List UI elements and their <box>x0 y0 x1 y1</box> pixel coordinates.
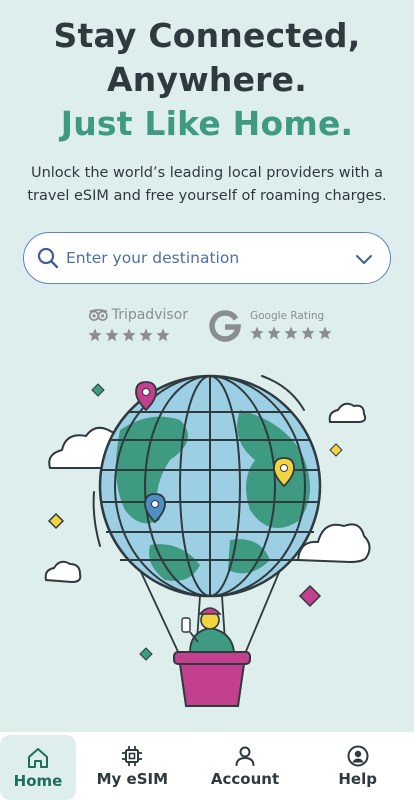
nav-help[interactable]: Help <box>301 732 414 800</box>
cloud-small-left <box>44 560 82 584</box>
nav-my-esim-label: My eSIM <box>96 770 169 788</box>
sim-chip-icon <box>122 746 143 766</box>
diamond-teal-1 <box>91 383 105 397</box>
diamond-pink <box>298 584 322 608</box>
google-g-icon <box>209 310 241 342</box>
nav-home[interactable]: Home <box>0 735 76 800</box>
destination-input[interactable] <box>66 243 336 273</box>
user-icon <box>235 746 255 766</box>
hero-line-1: Stay Connected, <box>53 16 361 55</box>
star-icon <box>250 326 264 340</box>
destination-search[interactable] <box>23 232 391 284</box>
star-icon <box>88 328 102 342</box>
star-icon <box>105 328 119 342</box>
hero-subtitle: Unlock the world’s leading local provide… <box>27 165 387 204</box>
nav-account-label: Account <box>210 770 280 788</box>
ratings-row: Tripadvisor Google Rating <box>0 306 414 356</box>
nav-my-esim[interactable]: My eSIM <box>76 732 189 800</box>
star-icon <box>122 328 136 342</box>
balloon-basket <box>173 651 251 707</box>
bottom-nav: Home My eSIM Account Help <box>0 732 414 800</box>
globe-balloon-illustration <box>44 374 371 707</box>
tripadvisor-stars <box>88 328 188 342</box>
home-icon <box>28 747 48 768</box>
help-icon <box>347 745 369 767</box>
hero-line-2: Anywhere. <box>107 60 307 99</box>
nav-help-label: Help <box>338 770 377 788</box>
search-icon <box>37 247 59 269</box>
nav-account[interactable]: Account <box>189 732 302 800</box>
google-label: Google Rating <box>250 310 325 322</box>
cloud-right-top <box>328 402 367 423</box>
star-icon <box>156 328 170 342</box>
nav-home-label: Home <box>13 771 63 790</box>
tripadvisor-rating: Tripadvisor <box>88 306 188 342</box>
star-icon <box>318 326 332 340</box>
tripadvisor-owl-icon <box>88 308 108 322</box>
star-icon <box>301 326 315 340</box>
traveller-figure <box>181 607 235 653</box>
hero-heading: Stay Connected, Anywhere. Just Like Home… <box>0 14 414 146</box>
diamond-yellow-1 <box>329 443 343 457</box>
google-stars <box>250 326 332 340</box>
diamond-yellow-2 <box>47 512 65 530</box>
star-icon <box>139 328 153 342</box>
tripadvisor-label: Tripadvisor <box>111 307 188 323</box>
diamond-teal-2 <box>139 647 153 661</box>
hero-line-3: Just Like Home. <box>60 104 354 143</box>
star-icon <box>284 326 298 340</box>
star-icon <box>267 326 281 340</box>
chevron-down-icon[interactable] <box>354 249 374 269</box>
